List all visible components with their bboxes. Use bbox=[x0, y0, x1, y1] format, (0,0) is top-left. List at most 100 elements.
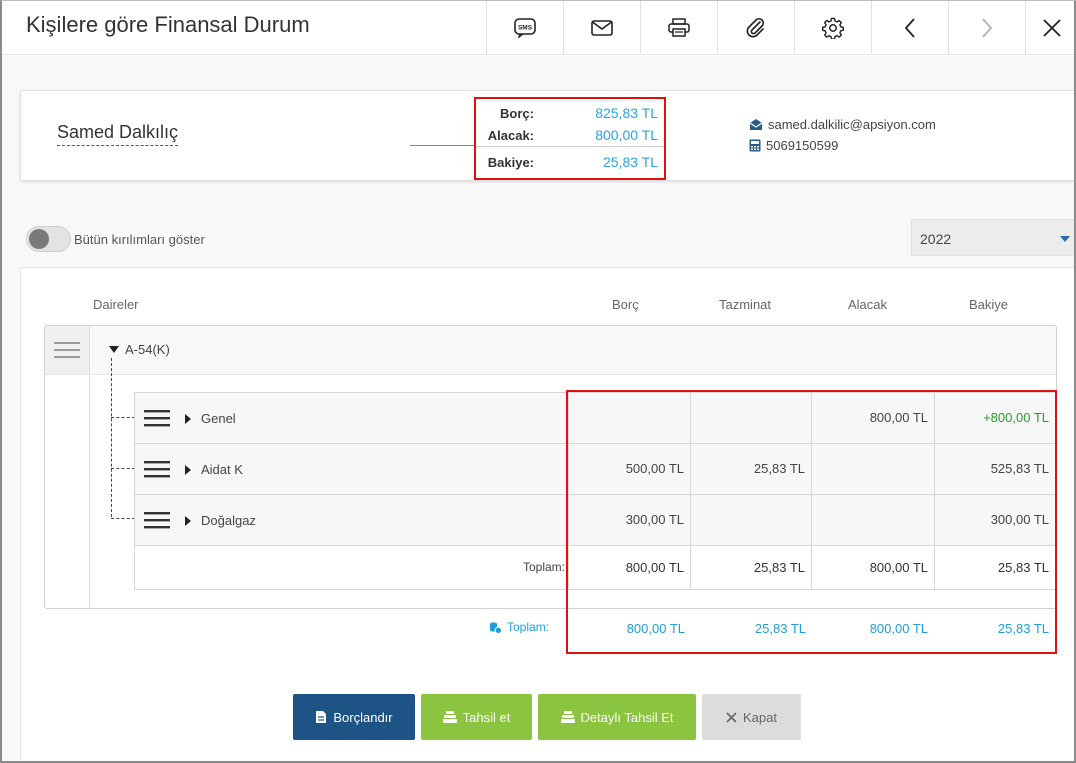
money-stack-icon bbox=[560, 711, 575, 723]
kapat-label: Kapat bbox=[743, 709, 777, 725]
bakiye-value: 25,83 TL bbox=[602, 154, 658, 170]
email-contact: samed.dalkilic@apsiyon.com bbox=[749, 117, 936, 132]
close-button[interactable] bbox=[1025, 1, 1074, 54]
phone-text[interactable]: 5069150599 bbox=[766, 138, 838, 153]
dialog-header: Kişilere göre Finansal Durum SMS bbox=[2, 1, 1074, 55]
alacak-label: Alacak: bbox=[487, 128, 534, 143]
row-expand-toggle[interactable]: Genel bbox=[185, 411, 236, 426]
cell-tazminat bbox=[690, 393, 811, 443]
coins-icon bbox=[490, 621, 502, 634]
document-icon bbox=[316, 711, 327, 723]
col-header-tazminat: Tazminat bbox=[719, 297, 772, 312]
money-stack-icon bbox=[442, 711, 457, 723]
subtotal-alacak: 800,00 TL bbox=[811, 546, 934, 589]
borc-value: 825,83 TL bbox=[595, 105, 658, 121]
hamburger-icon bbox=[144, 461, 170, 478]
settings-button[interactable] bbox=[794, 1, 871, 54]
grand-total-bakiye: 25,83 TL bbox=[997, 621, 1049, 636]
row-drag-handle[interactable] bbox=[144, 460, 170, 483]
year-value: 2022 bbox=[920, 231, 952, 247]
hamburger-icon bbox=[144, 512, 170, 529]
row-name: Genel bbox=[201, 411, 236, 426]
envelope-icon bbox=[591, 19, 613, 36]
apartment-tree: A-54(K) Genel 800,00 TL +800,00 TL Aidat… bbox=[44, 325, 1057, 609]
hamburger-icon bbox=[54, 342, 80, 358]
subitems-table: Genel 800,00 TL +800,00 TL Aidat K 500,0… bbox=[134, 392, 1056, 590]
person-summary-card: Samed Dalkılıç Borç: 825,83 TL Alacak: 8… bbox=[20, 90, 1074, 181]
parent-name: A-54(K) bbox=[125, 342, 170, 357]
svg-text:SMS: SMS bbox=[518, 24, 533, 31]
attach-button[interactable] bbox=[717, 1, 794, 54]
year-select[interactable]: 2022 bbox=[911, 219, 1074, 256]
borclandir-button[interactable]: Borçlandır bbox=[293, 694, 415, 740]
cell-borc bbox=[568, 393, 690, 443]
detayli-tahsil-et-button[interactable]: Detaylı Tahsil Et bbox=[538, 694, 696, 740]
row-expand-toggle[interactable]: Aidat K bbox=[185, 462, 243, 477]
borc-label: Borç: bbox=[500, 106, 534, 121]
cell-tazminat bbox=[690, 495, 811, 545]
table-row: Doğalgaz 300,00 TL 300,00 TL bbox=[135, 495, 1055, 546]
phone-icon bbox=[749, 139, 761, 152]
row-expand-toggle[interactable]: Doğalgaz bbox=[185, 513, 256, 528]
grand-total-borc: 800,00 TL bbox=[626, 621, 685, 636]
email-text[interactable]: samed.dalkilic@apsiyon.com bbox=[768, 117, 936, 132]
paperclip-icon bbox=[746, 17, 765, 37]
sms-button[interactable]: SMS bbox=[486, 1, 563, 54]
cell-borc: 500,00 TL bbox=[568, 444, 690, 494]
borclandir-label: Borçlandır bbox=[333, 709, 393, 725]
cell-alacak: 800,00 TL bbox=[811, 393, 934, 443]
envelope-open-icon bbox=[749, 119, 763, 130]
caret-right-icon bbox=[185, 464, 191, 475]
toggle-knob bbox=[29, 229, 49, 249]
show-all-breakdowns-toggle[interactable] bbox=[26, 226, 71, 252]
subtotal-bakiye: 25,83 TL bbox=[934, 546, 1055, 589]
cell-alacak bbox=[811, 495, 934, 545]
person-name[interactable]: Samed Dalkılıç bbox=[57, 122, 179, 146]
close-icon bbox=[726, 711, 737, 723]
alacak-value: 800,00 TL bbox=[595, 127, 658, 143]
tahsil-et-button[interactable]: Tahsil et bbox=[421, 694, 532, 740]
col-header-alacak: Alacak bbox=[848, 297, 888, 312]
cell-alacak bbox=[811, 444, 934, 494]
table-row: Aidat K 500,00 TL 25,83 TL 525,83 TL bbox=[135, 444, 1055, 495]
parent-row: A-54(K) bbox=[91, 326, 1056, 375]
alacak-row: Alacak: 800,00 TL bbox=[476, 125, 664, 147]
kapat-button[interactable]: Kapat bbox=[702, 694, 801, 740]
tree-connector bbox=[111, 468, 135, 469]
tree-connector bbox=[111, 417, 135, 418]
borc-row: Borç: 825,83 TL bbox=[476, 103, 664, 125]
parent-drag-handle[interactable] bbox=[45, 326, 90, 375]
col-header-daireler: Daireler bbox=[93, 297, 139, 312]
row-name: Doğalgaz bbox=[201, 513, 256, 528]
caret-right-icon bbox=[185, 515, 191, 526]
grand-total-text: Toplam: bbox=[507, 620, 550, 634]
tree-left-strip bbox=[45, 375, 90, 608]
parent-toggle[interactable]: A-54(K) bbox=[109, 342, 170, 357]
dialog-content: Samed Dalkılıç Borç: 825,83 TL Alacak: 8… bbox=[2, 56, 1074, 761]
grand-total-tazminat: 25,83 TL bbox=[754, 621, 806, 636]
cell-tazminat: 25,83 TL bbox=[690, 444, 811, 494]
grand-total-alacak: 800,00 TL bbox=[869, 621, 928, 636]
print-button[interactable] bbox=[640, 1, 717, 54]
cell-borc: 300,00 TL bbox=[568, 495, 690, 545]
row-name: Aidat K bbox=[201, 462, 243, 477]
next-button[interactable] bbox=[948, 1, 1025, 54]
row-drag-handle[interactable] bbox=[144, 409, 170, 432]
close-icon bbox=[1042, 18, 1061, 37]
email-button[interactable] bbox=[563, 1, 640, 54]
printer-icon bbox=[668, 17, 690, 37]
dialog-title: Kişilere göre Finansal Durum bbox=[26, 12, 310, 37]
grand-total-label: Toplam: bbox=[489, 620, 549, 634]
previous-button[interactable] bbox=[871, 1, 948, 54]
subtotal-label: Toplam: bbox=[522, 560, 565, 574]
row-drag-handle[interactable] bbox=[144, 511, 170, 534]
tree-connector bbox=[111, 518, 135, 519]
apartments-card: Daireler Borç Tazminat Alacak Bakiye A-5… bbox=[20, 267, 1074, 761]
sms-icon: SMS bbox=[514, 17, 536, 38]
phone-contact: 5069150599 bbox=[749, 138, 838, 153]
caret-right-icon bbox=[185, 413, 191, 424]
col-header-bakiye: Bakiye bbox=[969, 297, 1009, 312]
caret-down-icon bbox=[1060, 236, 1070, 242]
cell-bakiye: 525,83 TL bbox=[934, 444, 1055, 494]
subtotal-borc: 800,00 TL bbox=[568, 546, 690, 589]
